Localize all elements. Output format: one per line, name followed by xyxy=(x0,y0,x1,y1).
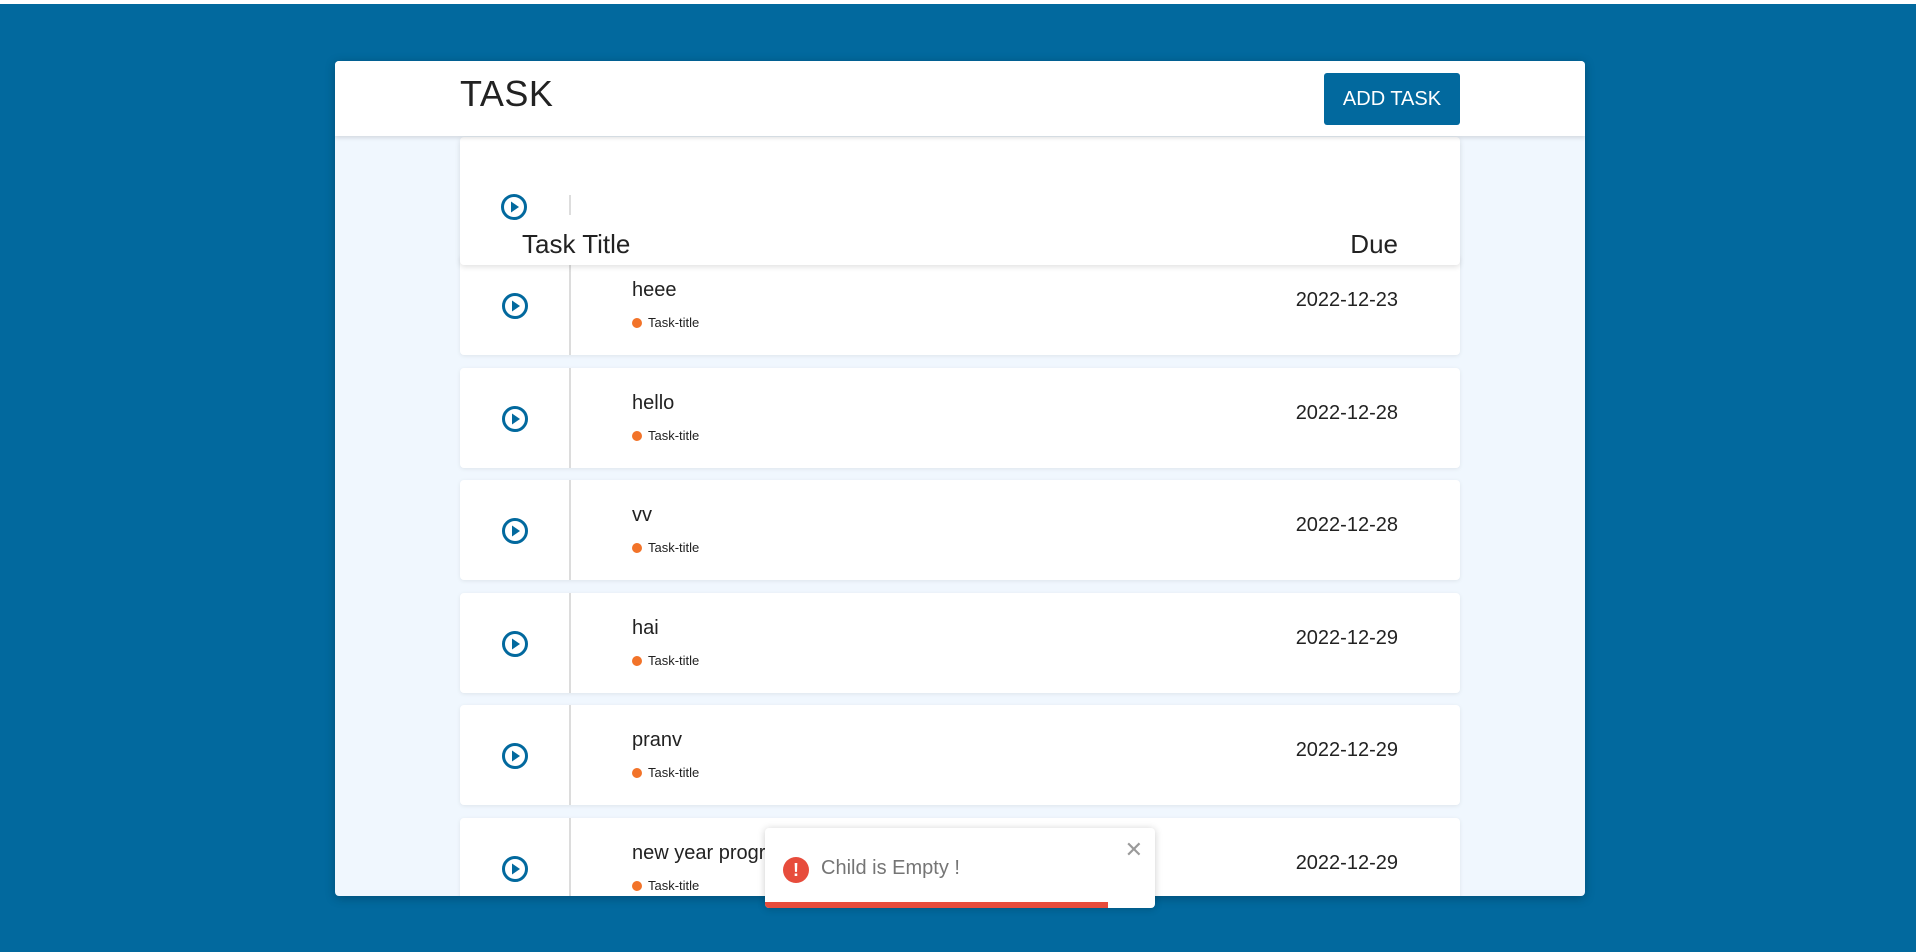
task-row[interactable]: heee Task-title 2022-12-23 xyxy=(460,255,1460,355)
row-divider xyxy=(569,368,571,468)
row-divider xyxy=(569,593,571,693)
task-tag: Task-title xyxy=(632,428,699,443)
task-due: 2022-12-28 xyxy=(1295,402,1398,424)
task-tag-label: Task-title xyxy=(648,540,700,555)
close-icon[interactable]: ✕ xyxy=(1125,838,1143,863)
task-tag: Task-title xyxy=(632,765,699,780)
play-circle-icon[interactable] xyxy=(501,517,529,545)
task-name: hai xyxy=(632,617,659,639)
task-tag-label: Task-title xyxy=(648,765,700,780)
row-divider xyxy=(569,255,571,355)
task-due: 2022-12-23 xyxy=(1295,289,1398,311)
task-tag: Task-title xyxy=(632,878,699,893)
task-panel: TASK ADD TASK Task Title Due heee Task-t… xyxy=(335,61,1585,896)
play-circle-icon[interactable] xyxy=(501,405,529,433)
task-tag-label: Task-title xyxy=(648,653,700,668)
task-tag: Task-title xyxy=(632,540,699,555)
task-row[interactable]: hello Task-title 2022-12-28 xyxy=(460,368,1460,468)
error-toast[interactable]: ! Child is Empty ! ✕ xyxy=(765,828,1155,908)
task-name: heee xyxy=(632,279,677,301)
task-tag: Task-title xyxy=(632,315,699,330)
tag-dot-icon xyxy=(632,880,642,891)
page-title: TASK xyxy=(460,73,554,114)
task-due: 2022-12-29 xyxy=(1295,627,1398,649)
task-due: 2022-12-29 xyxy=(1295,739,1398,761)
task-row[interactable]: vv Task-title 2022-12-28 xyxy=(460,480,1460,580)
play-circle-icon xyxy=(500,193,528,226)
toast-message: Child is Empty ! xyxy=(821,857,960,879)
column-title-header[interactable]: Task Title xyxy=(522,229,630,260)
toast-progress-bar xyxy=(765,902,1109,908)
tag-dot-icon xyxy=(632,655,642,666)
task-row[interactable]: hai Task-title 2022-12-29 xyxy=(460,593,1460,693)
tag-dot-icon xyxy=(632,767,642,778)
play-circle-icon[interactable] xyxy=(501,292,529,320)
task-row[interactable]: pranv Task-title 2022-12-29 xyxy=(460,705,1460,805)
play-circle-icon[interactable] xyxy=(501,742,529,770)
row-divider xyxy=(569,705,571,805)
task-tag: Task-title xyxy=(632,653,699,668)
column-due-header[interactable]: Due xyxy=(1350,229,1398,260)
task-due: 2022-12-29 xyxy=(1295,852,1398,874)
panel-header: TASK ADD TASK xyxy=(335,61,1585,136)
row-divider xyxy=(569,818,571,896)
task-tag-label: Task-title xyxy=(648,878,700,893)
tag-dot-icon xyxy=(632,430,642,441)
error-icon: ! xyxy=(783,857,809,883)
task-name: pranv xyxy=(632,729,683,751)
task-name: hello xyxy=(632,392,675,414)
task-tag-label: Task-title xyxy=(648,428,700,443)
task-name: vv xyxy=(632,504,652,526)
top-border xyxy=(0,0,1916,4)
divider xyxy=(569,195,571,215)
tag-dot-icon xyxy=(632,542,642,553)
task-due: 2022-12-28 xyxy=(1295,514,1398,536)
task-tag-label: Task-title xyxy=(648,315,700,330)
row-divider xyxy=(569,480,571,580)
play-circle-icon[interactable] xyxy=(501,855,529,883)
column-header: Task Title Due xyxy=(460,137,1460,265)
tag-dot-icon xyxy=(632,317,642,328)
play-circle-icon[interactable] xyxy=(501,630,529,658)
add-task-button[interactable]: ADD TASK xyxy=(1324,73,1460,125)
